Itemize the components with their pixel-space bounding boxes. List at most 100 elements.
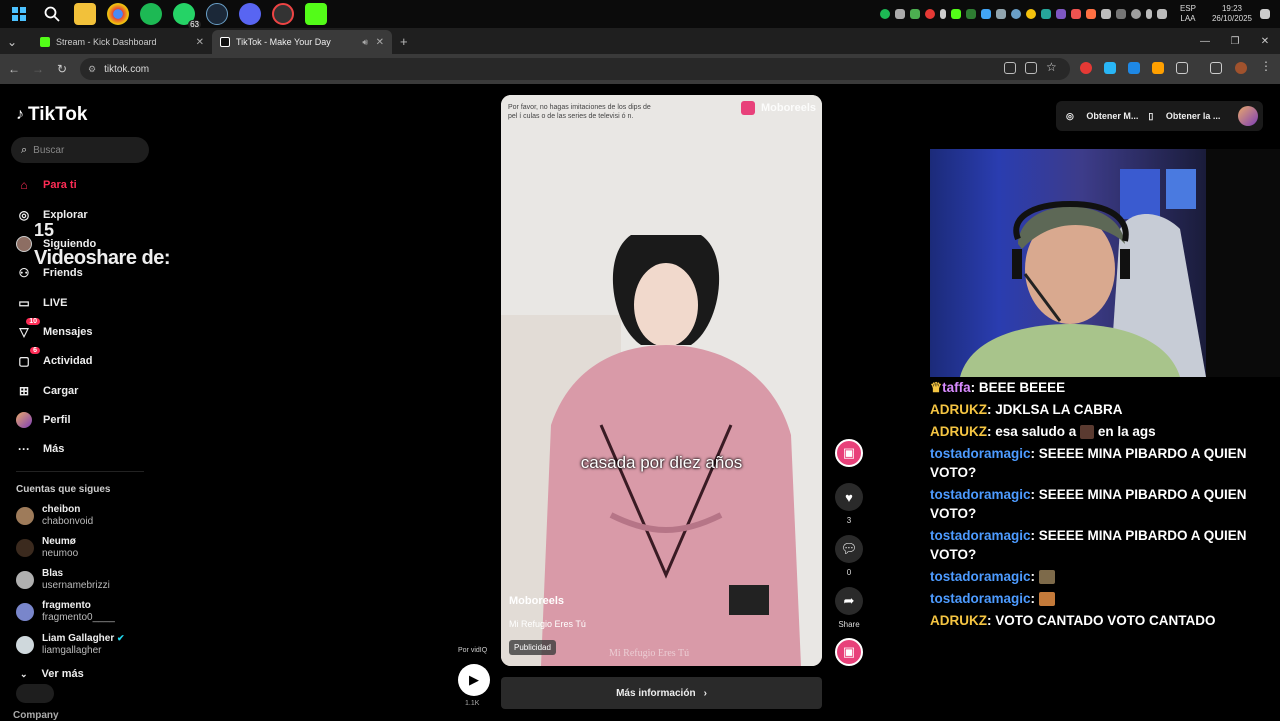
profile-avatar[interactable] xyxy=(1238,106,1258,126)
video-player[interactable]: Por favor, no hagas imitaciones de los d… xyxy=(501,95,822,666)
translate-icon[interactable] xyxy=(1025,62,1037,74)
nav-perfil[interactable]: Perfil xyxy=(16,412,71,428)
compass-icon: ◎ xyxy=(18,208,30,222)
spotify-tray-icon[interactable] xyxy=(879,9,890,19)
tab-search-chevron-icon[interactable]: ⌄ xyxy=(0,35,24,49)
brand-avatar-button[interactable]: ▣ xyxy=(834,439,864,467)
comment-button[interactable]: 💬︎ 0 xyxy=(834,535,864,577)
bookmark-star-icon[interactable]: ☆ xyxy=(1046,60,1058,74)
get-coins-label: Obtener M... xyxy=(1086,110,1139,121)
get-app-button[interactable]: ▯ Obtener la ... xyxy=(1148,111,1220,122)
nav-mensajes[interactable]: ▽ 10 Mensajes xyxy=(16,318,93,340)
chrome-tray-icon[interactable] xyxy=(1025,9,1036,19)
steam-tray-icon[interactable] xyxy=(1010,9,1021,19)
sound-avatar-button[interactable]: ▣ xyxy=(834,638,864,666)
new-tab-button[interactable]: + xyxy=(400,34,408,49)
tab-kick-dashboard[interactable]: Stream - Kick Dashboard ✕ xyxy=(32,30,212,54)
reload-icon[interactable]: ↻ xyxy=(50,62,74,76)
media-control-icon[interactable] xyxy=(1210,62,1222,74)
app-tray-icon[interactable] xyxy=(909,9,920,19)
chat-message: ♛taffa: BEEE BEEEE xyxy=(930,380,1066,395)
extension-red-icon[interactable] xyxy=(1080,62,1092,74)
app3-tray-icon[interactable] xyxy=(980,9,991,19)
app11-tray-icon[interactable] xyxy=(1130,9,1141,19)
extension-blue-icon[interactable] xyxy=(1104,62,1116,74)
app6-tray-icon[interactable] xyxy=(1055,9,1066,19)
following-account[interactable]: cheibon chabonvoid xyxy=(16,504,93,528)
video-username[interactable]: Moboreels xyxy=(509,595,564,607)
app7-tray-icon[interactable] xyxy=(1070,9,1081,19)
speaker-icon[interactable] xyxy=(1156,9,1167,19)
extension-audio-icon[interactable] xyxy=(1128,62,1140,74)
browser-icon[interactable] xyxy=(272,3,294,25)
kick-tray-icon[interactable] xyxy=(950,9,961,19)
get-coins-button[interactable]: ◎ Obtener M... xyxy=(1066,111,1138,122)
keyboard-language[interactable]: ESP LAA xyxy=(1180,4,1196,24)
share-button[interactable]: ➦ Share xyxy=(834,587,864,629)
close-tab-icon[interactable]: ✕ xyxy=(196,37,204,48)
following-account[interactable]: Blas usernamebrizzi xyxy=(16,568,110,592)
back-icon[interactable]: ← xyxy=(2,62,26,76)
app5-tray-icon[interactable] xyxy=(1040,9,1051,19)
nav-label: LIVE xyxy=(43,297,68,309)
tab-audio-icon[interactable]: 🔊︎ xyxy=(362,37,368,48)
stream-overlay-count: 15 xyxy=(34,220,55,240)
kick-icon[interactable] xyxy=(305,3,327,25)
extensions-puzzle-icon[interactable] xyxy=(1176,62,1188,74)
chrome-icon[interactable] xyxy=(107,3,129,25)
notification-bell-icon[interactable] xyxy=(1260,9,1270,19)
nav-cargar[interactable]: ⊞ Cargar xyxy=(16,383,79,399)
nav-actividad[interactable]: ▢ 6 Actividad xyxy=(16,347,93,369)
file-explorer-icon[interactable] xyxy=(74,3,96,25)
play-icon: ▶ xyxy=(469,672,479,687)
search-input[interactable]: ⌕ Buscar xyxy=(11,137,149,163)
spotify-icon[interactable] xyxy=(140,3,162,25)
minimize-icon[interactable]: — xyxy=(1190,36,1220,47)
app8-tray-icon[interactable] xyxy=(1085,9,1096,19)
app10-tray-icon[interactable] xyxy=(1115,9,1126,19)
steam-icon[interactable] xyxy=(206,3,228,25)
play-button[interactable]: ▶ xyxy=(458,664,490,696)
microphone-icon[interactable] xyxy=(1145,9,1152,19)
app2-tray-icon[interactable] xyxy=(965,9,976,19)
url-input[interactable]: ⚙︎ tiktok.com xyxy=(80,58,1070,80)
like-button[interactable]: ♥ 3 xyxy=(834,483,864,525)
avatar xyxy=(16,236,32,252)
browser-menu-icon[interactable]: ⋮ xyxy=(1260,59,1272,73)
like-count: 3 xyxy=(846,516,852,525)
bluetooth-tray-icon[interactable] xyxy=(939,9,946,19)
nav-para-ti[interactable]: ⌂ Para ti xyxy=(16,177,76,193)
discord-tray-icon[interactable] xyxy=(894,9,905,19)
clock[interactable]: 19:23 26/10/2025 xyxy=(1212,4,1252,24)
forward-icon[interactable]: → xyxy=(26,62,50,76)
tab-tiktok[interactable]: TikTok - Make Your Day 🔊︎ ✕ xyxy=(212,30,392,54)
following-account[interactable]: fragmento fragmento0____ xyxy=(16,600,115,624)
more-info-button[interactable]: Más información › xyxy=(501,677,822,709)
tiktok-logo[interactable]: ♪ TikTok xyxy=(16,104,87,126)
extension-play-icon[interactable] xyxy=(1152,62,1164,74)
maximize-icon[interactable]: ❐ xyxy=(1220,36,1250,47)
tab-title: TikTok - Make Your Day xyxy=(236,37,331,47)
app4-tray-icon[interactable] xyxy=(995,9,1006,19)
windows-start-icon[interactable] xyxy=(8,3,30,25)
close-window-icon[interactable]: ✕ xyxy=(1250,36,1280,47)
following-account[interactable]: Neumø neumoo xyxy=(16,536,78,560)
company-link[interactable]: Company xyxy=(13,710,59,721)
antivirus-tray-icon[interactable] xyxy=(924,9,935,19)
close-tab-icon[interactable]: ✕ xyxy=(376,37,384,48)
search-icon[interactable] xyxy=(41,3,63,25)
site-info-icon[interactable]: ⚙︎ xyxy=(88,64,96,75)
install-icon[interactable] xyxy=(1004,62,1016,74)
app9-tray-icon[interactable] xyxy=(1100,9,1111,19)
account-name: Liam Gallagher ✔︎ xyxy=(42,632,125,645)
brand-name: Moboreels xyxy=(760,102,816,114)
ver-mas-link[interactable]: ⌄ Ver más xyxy=(20,668,84,680)
discord-icon[interactable] xyxy=(239,3,261,25)
whatsapp-icon[interactable]: 63 xyxy=(173,3,201,29)
mini-extension-widget[interactable] xyxy=(16,684,54,703)
nav-live[interactable]: ▭ LIVE xyxy=(16,295,67,311)
nav-mas[interactable]: ··· Más xyxy=(16,441,64,457)
following-account[interactable]: Liam Gallagher ✔︎ liamgallagher xyxy=(16,632,125,657)
profile-avatar[interactable] xyxy=(1235,62,1247,74)
chat-username: tostadoramagic xyxy=(930,446,1031,461)
